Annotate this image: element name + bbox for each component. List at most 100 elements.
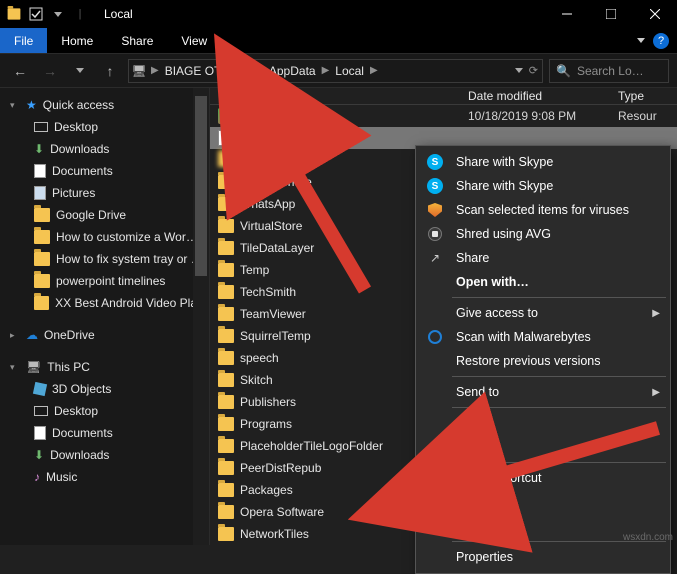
chevron-right-icon[interactable]: ▶ (149, 65, 161, 76)
folder-icon (218, 329, 240, 343)
context-menu: SShare with Skype SShare with Skype Scan… (415, 145, 671, 574)
ctx-label: Restore previous versions (456, 354, 601, 368)
folder-icon (218, 219, 240, 233)
ctx-share-skype[interactable]: S Share with Skype (416, 174, 670, 198)
sidebar-label: OneDrive (44, 328, 95, 342)
column-headers[interactable]: Name Date modified Type (210, 88, 677, 105)
file-row[interactable]: Resmon10/18/2019 9:08 PMResour (210, 105, 677, 127)
sidebar-item-gdrive[interactable]: Google Drive (0, 204, 209, 226)
breadcrumb[interactable]: 🖥 ▶ BIAGE OTACHI ▶ AppData ▶ Local ▶ ⟳ (128, 59, 543, 83)
view-tab[interactable]: View (167, 28, 221, 53)
skype-icon: S (426, 177, 444, 195)
folder-icon (218, 307, 240, 321)
refresh-icon[interactable]: ⟳ (529, 64, 538, 77)
ctx-cut[interactable]: Cut (416, 411, 670, 435)
share-tab[interactable]: Share (107, 28, 167, 53)
file-icon (218, 130, 240, 146)
close-button[interactable] (633, 0, 677, 28)
downloads-icon: ⬇ (34, 142, 44, 156)
ctx-send-to[interactable]: Send to▶ (416, 380, 670, 404)
ctx-scan-viruses[interactable]: Scan selected items for viruses (416, 198, 670, 222)
ctx-share[interactable]: ↗Share (416, 246, 670, 270)
column-type[interactable]: Type (618, 89, 677, 103)
ctx-label: Share with Skype (456, 179, 553, 193)
sidebar-item-documents[interactable]: Documents (0, 160, 209, 182)
sidebar-thispc[interactable]: ▾🖥This PC (0, 356, 209, 378)
sidebar-item-folder[interactable]: XX Best Android Video Pla… (0, 292, 209, 314)
chevron-right-icon[interactable]: ▶ (320, 65, 332, 76)
scrollbar[interactable] (193, 88, 209, 545)
ctx-create-shortcut[interactable]: Create shortcut (416, 466, 670, 490)
ctx-copy[interactable]: Copy (416, 435, 670, 459)
ctx-separator (452, 376, 666, 377)
checkbox-icon[interactable] (26, 4, 46, 24)
ctx-label: Give access to (456, 306, 538, 320)
sidebar-label: Quick access (43, 98, 114, 112)
folder-icon (4, 4, 24, 24)
sidebar-item-downloads[interactable]: ⬇Downloads (0, 138, 209, 160)
folder-icon (218, 351, 240, 365)
file-name: IconCache (240, 131, 468, 145)
file-tab[interactable]: File (0, 28, 47, 53)
back-button[interactable]: ← (8, 59, 32, 83)
sidebar-item-desktop[interactable]: Desktop (0, 116, 209, 138)
downloads-icon: ⬇ (34, 448, 44, 462)
ctx-separator (452, 407, 666, 408)
home-tab[interactable]: Home (47, 28, 107, 53)
sidebar-item-folder[interactable]: How to customize a Wor… (0, 226, 209, 248)
chevron-right-icon[interactable]: ▶ (253, 65, 265, 76)
ctx-restore-versions[interactable]: Restore previous versions (416, 349, 670, 373)
sidebar-onedrive[interactable]: ▸☁OneDrive (0, 324, 209, 346)
ctx-label: Open with… (456, 275, 529, 289)
nav-sidebar: ▾★Quick access Desktop ⬇Downloads Docume… (0, 88, 210, 545)
help-icon[interactable]: ? (653, 33, 669, 49)
folder-icon (218, 153, 240, 167)
folder-icon (218, 527, 240, 541)
folder-icon (218, 439, 240, 453)
forward-button[interactable]: → (38, 59, 62, 83)
sidebar-item-pictures[interactable]: Pictures (0, 182, 209, 204)
minimize-button[interactable] (545, 0, 589, 28)
sidebar-label: How to fix system tray or … (56, 252, 203, 266)
sidebar-item-music[interactable]: ♪Music (0, 466, 209, 488)
ctx-share-skype[interactable]: SShare with Skype (416, 150, 670, 174)
sidebar-item-documents[interactable]: Documents (0, 422, 209, 444)
breadcrumb-dropdown-icon[interactable] (515, 68, 523, 73)
ctx-shred-avg[interactable]: Shred using AVG (416, 222, 670, 246)
sidebar-item-desktop[interactable]: Desktop (0, 400, 209, 422)
breadcrumb-item[interactable]: AppData (265, 64, 320, 78)
ctx-open-with[interactable]: Open with… (416, 270, 670, 294)
recent-chevron-icon[interactable] (68, 59, 92, 83)
breadcrumb-item[interactable]: Local (331, 64, 368, 78)
sidebar-item-folder[interactable]: powerpoint timelines (0, 270, 209, 292)
folder-icon (218, 395, 240, 409)
up-button[interactable]: ↑ (98, 59, 122, 83)
column-date[interactable]: Date modified (468, 89, 618, 103)
nav-bar: ← → ↑ 🖥 ▶ BIAGE OTACHI ▶ AppData ▶ Local… (0, 54, 677, 88)
breadcrumb-item[interactable]: BIAGE OTACHI (161, 64, 253, 78)
sidebar-item-folder[interactable]: How to fix system tray or … (0, 248, 209, 270)
scrollbar-thumb[interactable] (195, 96, 207, 276)
share-icon: ↗ (426, 249, 444, 267)
ctx-properties[interactable]: Properties (416, 545, 670, 569)
search-input[interactable]: 🔍 Search Lo… (549, 59, 669, 83)
folder-icon (218, 175, 240, 189)
sidebar-quick-access[interactable]: ▾★Quick access (0, 94, 209, 116)
maximize-button[interactable] (589, 0, 633, 28)
ctx-give-access[interactable]: Give access to ▶ (416, 301, 670, 325)
ctx-malwarebytes[interactable]: Scan with Malwarebytes (416, 325, 670, 349)
sidebar-item-downloads[interactable]: ⬇Downloads (0, 444, 209, 466)
chevron-right-icon: ▶ (652, 308, 660, 319)
sidebar-label: Desktop (54, 404, 98, 418)
ctx-delete[interactable]: Delete (416, 490, 670, 514)
folder-icon (218, 263, 240, 277)
column-name[interactable]: Name (218, 89, 468, 103)
sidebar-item-3dobjects[interactable]: 3D Objects (0, 378, 209, 400)
sidebar-label: 3D Objects (52, 382, 111, 396)
ribbon-chevron-icon[interactable] (637, 38, 645, 43)
sidebar-label: Pictures (52, 186, 95, 200)
folder-icon (218, 373, 240, 387)
ctx-label: Send to (456, 385, 499, 399)
dropdown-icon[interactable] (48, 4, 68, 24)
chevron-right-icon[interactable]: ▶ (368, 65, 380, 76)
